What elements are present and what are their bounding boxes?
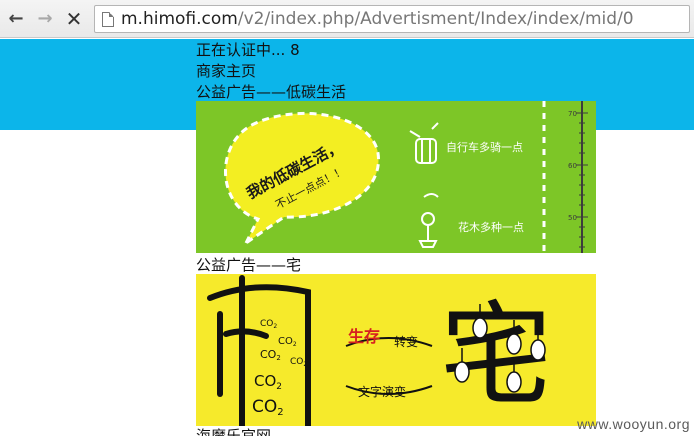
co2-d-sub: 2 [303, 361, 307, 368]
co2-a-sub: 2 [273, 323, 277, 330]
co2-d: CO [290, 357, 303, 367]
co2-c-sub: 2 [276, 354, 280, 362]
co2-f-sub: 2 [277, 407, 283, 418]
ad-title-home[interactable]: 公益广告——宅 [196, 256, 301, 274]
co2-e-sub: 2 [276, 382, 282, 392]
ruler-label-70: 70 [568, 110, 577, 118]
co2-e: CO [254, 372, 276, 390]
url-host: m.himofi.com [121, 9, 238, 29]
address-bar[interactable]: m.himofi.com/v2/index.php/Advertisment/I… [94, 5, 690, 33]
word-survival: 生存 [348, 327, 380, 346]
watermark-text: www.wooyun.org [577, 416, 690, 432]
word-transform: 转变 [394, 334, 418, 349]
stop-icon[interactable]: ✕ [63, 8, 85, 30]
back-arrow-icon[interactable]: ← [5, 8, 27, 30]
ad-title-low-carbon[interactable]: 公益广告——低碳生活 [196, 83, 346, 101]
url-text[interactable]: m.himofi.com/v2/index.php/Advertisment/I… [121, 9, 634, 29]
caption-plants: 花木多种一点 [458, 220, 524, 234]
caption-bicycle: 自行车多骑一点 [446, 140, 523, 154]
home-illustration: CO2 CO2 CO2 CO2 CO2 CO2 生存 转变 文字演变 宅 [196, 274, 596, 426]
co2-f: CO [252, 397, 277, 417]
merchant-home-link[interactable]: 商家主页 [196, 62, 256, 80]
co2-b: CO [278, 336, 293, 347]
ruler-label-50: 50 [568, 214, 577, 222]
co2-b-sub: 2 [293, 341, 297, 348]
page-icon [102, 12, 114, 27]
browser-toolbar: ← → ✕ m.himofi.com/v2/index.php/Advertis… [0, 0, 694, 38]
forward-arrow-icon[interactable]: → [34, 8, 56, 30]
word-evolution: 文字演变 [358, 384, 406, 399]
ad-banner-low-carbon[interactable]: 我的低碳生活， 不止一点点！！ 自行车多骑一点 花木多种一点 70 60 50 [196, 101, 596, 253]
low-carbon-illustration: 我的低碳生活， 不止一点点！！ 自行车多骑一点 花木多种一点 70 60 50 [196, 101, 596, 253]
co2-a: CO [260, 319, 273, 329]
co2-c: CO [260, 348, 277, 361]
next-ad-title[interactable]: 海魔乐官网 [196, 427, 271, 436]
ruler-label-60: 60 [568, 162, 577, 170]
ad-banner-home[interactable]: CO2 CO2 CO2 CO2 CO2 CO2 生存 转变 文字演变 宅 [196, 274, 596, 426]
auth-status-text: 正在认证中... 8 [196, 41, 300, 59]
url-path: /v2/index.php/Advertisment/Index/index/m… [237, 9, 634, 29]
